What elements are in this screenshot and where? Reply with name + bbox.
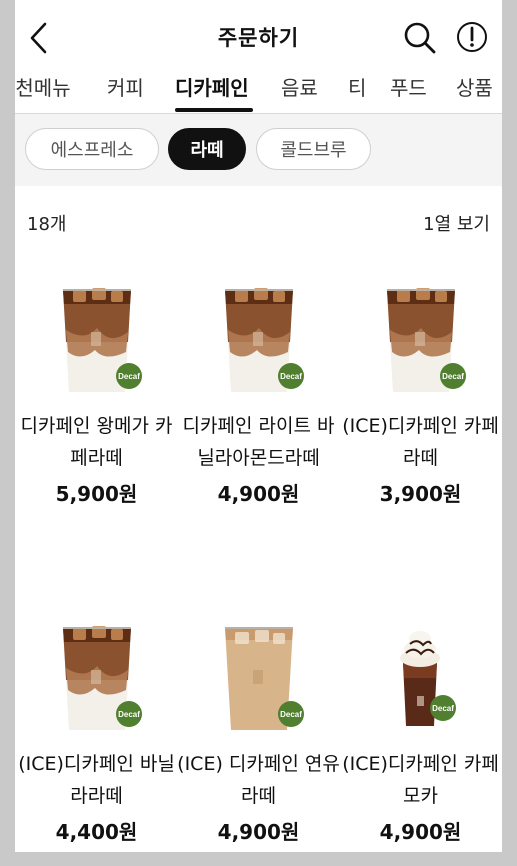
product-card[interactable]: Decaf (ICE) 디카페인 연유라떼 4,900원 <box>177 608 340 845</box>
tab-beverage[interactable]: 음료 <box>281 72 318 101</box>
product-name: 디카페인 왕메가 카페라떼 <box>20 415 173 469</box>
svg-text:Decaf: Decaf <box>432 704 454 713</box>
product-price: 5,900원 <box>55 482 138 506</box>
product-image: Decaf <box>177 608 340 736</box>
product-card[interactable]: Decaf 디카페인 왕메가 카페라떼 5,900원 <box>15 270 178 507</box>
chip-espresso[interactable]: 에스프레소 <box>25 128 159 170</box>
product-price: 4,900원 <box>217 482 300 506</box>
svg-text:Decaf: Decaf <box>280 710 302 719</box>
active-tab-indicator <box>175 108 253 112</box>
svg-text:Decaf: Decaf <box>280 372 302 381</box>
subfilter-bar: 에스프레소 라떼 콜드브루 <box>15 114 502 186</box>
tab-decaf[interactable]: 디카페인 <box>175 72 249 101</box>
view-toggle[interactable]: 1열 보기 <box>423 210 490 236</box>
product-image: Decaf <box>15 270 178 398</box>
app-screen: 주문하기 추천메뉴 커피 디카페인 음료 티 푸드 상품 에스프레소 라떼 콜 <box>15 0 502 852</box>
exclamation-circle-icon <box>457 22 487 52</box>
chip-cold-brew[interactable]: 콜드브루 <box>256 128 371 170</box>
item-count: 18개 <box>27 214 67 235</box>
product-card[interactable]: Decaf (ICE)디카페인 카페모카 4,900원 <box>339 608 502 845</box>
product-name: (ICE) 디카페인 연유라떼 <box>177 753 340 807</box>
product-price: 3,900원 <box>379 482 462 506</box>
product-image: Decaf <box>15 608 178 736</box>
tab-food[interactable]: 푸드 <box>390 72 427 101</box>
product-price: 4,400원 <box>55 820 138 844</box>
product-card[interactable]: Decaf (ICE)디카페인 카페라떼 3,900원 <box>339 270 502 507</box>
product-name: (ICE)디카페인 카페라떼 <box>342 415 499 469</box>
product-name: (ICE)디카페인 바닐라라떼 <box>18 753 175 807</box>
search-icon <box>404 22 436 54</box>
info-button[interactable] <box>456 21 488 53</box>
product-name: (ICE)디카페인 카페모카 <box>342 753 499 807</box>
drink-illustration: Decaf <box>63 288 142 392</box>
chip-latte[interactable]: 라떼 <box>168 128 246 170</box>
drink-illustration: Decaf <box>225 627 304 730</box>
product-card[interactable]: Decaf (ICE)디카페인 바닐라라떼 4,400원 <box>15 608 178 845</box>
product-price: 4,900원 <box>217 820 300 844</box>
product-image: Decaf <box>339 270 502 398</box>
svg-text:Decaf: Decaf <box>442 372 464 381</box>
drink-illustration: Decaf <box>387 288 466 392</box>
drink-illustration: Decaf <box>225 288 304 392</box>
tab-goods[interactable]: 상품 <box>456 72 493 101</box>
tab-tea[interactable]: 티 <box>348 72 366 101</box>
product-card[interactable]: Decaf 디카페인 라이트 바닐라아몬드라떼 4,900원 <box>177 270 340 507</box>
search-button[interactable] <box>403 20 437 56</box>
svg-text:Decaf: Decaf <box>118 710 140 719</box>
tab-coffee[interactable]: 커피 <box>107 72 144 101</box>
product-price: 4,900원 <box>379 820 462 844</box>
product-image: Decaf <box>177 270 340 398</box>
product-image: Decaf <box>339 608 502 736</box>
top-header: 주문하기 <box>15 0 502 72</box>
drink-illustration: Decaf <box>400 631 456 726</box>
product-name: 디카페인 라이트 바닐라아몬드라떼 <box>182 415 335 469</box>
svg-text:Decaf: Decaf <box>118 372 140 381</box>
drink-illustration: Decaf <box>63 626 142 730</box>
tab-recommended[interactable]: 추천메뉴 <box>15 72 71 101</box>
category-tabs: 추천메뉴 커피 디카페인 음료 티 푸드 상품 <box>15 66 502 112</box>
